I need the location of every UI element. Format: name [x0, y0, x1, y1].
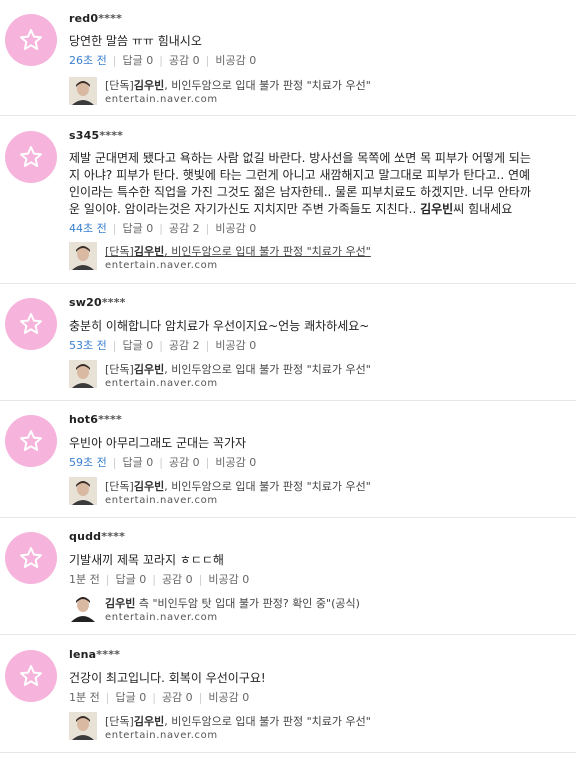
timestamp: 26초 전	[69, 54, 107, 67]
comment-text: 우빈아 아무리그래도 군대는 꼭가자	[69, 436, 247, 450]
comment-meta: 53초 전 | 답글 0 | 공감 2 | 비공감 0	[69, 339, 257, 352]
reply-button[interactable]: 답글 0	[115, 691, 146, 704]
comment-text: 기발새끼 제목 꼬라지 ㅎㄷㄷ해	[69, 553, 224, 567]
comment-text: 당연한 말씀 ㅠㅠ 힘내시오	[69, 34, 202, 48]
reply-button[interactable]: 답글 0	[122, 222, 153, 235]
article-thumbnail[interactable]	[69, 477, 97, 505]
article-domain: entertain.naver.com	[105, 260, 218, 271]
star-icon	[20, 29, 42, 50]
dislike-button[interactable]: 비공감 0	[215, 222, 256, 235]
star-icon	[20, 313, 42, 334]
article-thumbnail[interactable]	[69, 242, 97, 270]
article-thumbnail[interactable]	[69, 712, 97, 740]
like-button[interactable]: 공감 0	[169, 54, 200, 67]
comment-text: 건강이 최고입니다. 회복이 우선이구요!	[69, 671, 266, 685]
article-title-link[interactable]: [단독]김우빈, 비인두암으로 입대 불가 판정 "치료가 우선"	[105, 243, 371, 259]
username[interactable]: s345****	[69, 129, 123, 142]
username[interactable]: red0****	[69, 12, 122, 25]
article-title-link[interactable]: [단독]김우빈, 비인두암으로 입대 불가 판정 "치료가 우선"	[105, 478, 371, 494]
comment-meta: 44초 전 | 답글 0 | 공감 2 | 비공감 0	[69, 222, 257, 235]
like-button[interactable]: 공감 0	[162, 573, 193, 586]
article-title-link[interactable]: [단독]김우빈, 비인두암으로 입대 불가 판정 "치료가 우선"	[105, 713, 371, 729]
timestamp: 1분 전	[69, 691, 100, 704]
star-icon	[20, 430, 42, 451]
article-domain: entertain.naver.com	[105, 94, 218, 105]
username[interactable]: qudd****	[69, 530, 125, 543]
article-thumbnail[interactable]	[69, 77, 97, 105]
divider	[0, 517, 576, 518]
profile-star-avatar[interactable]	[5, 131, 57, 183]
profile-star-avatar[interactable]	[5, 532, 57, 584]
profile-star-avatar[interactable]	[5, 650, 57, 702]
comment-text: 충분히 이해합니다 암치료가 우선이지요~언능 쾌차하세요~	[69, 319, 370, 333]
star-icon	[20, 146, 42, 167]
divider	[0, 400, 576, 401]
article-title-link[interactable]: [단독]김우빈, 비인두암으로 입대 불가 판정 "치료가 우선"	[105, 361, 371, 377]
comment-meta: 26초 전 | 답글 0 | 공감 0 | 비공감 0	[69, 54, 257, 67]
timestamp: 59초 전	[69, 456, 107, 469]
comment-list: red0**** 당연한 말씀 ㅠㅠ 힘내시오 26초 전 | 답글 0 | 공감 0 |…	[0, 0, 580, 758]
comment-meta: 1분 전 | 답글 0 | 공감 0 | 비공감 0	[69, 691, 250, 704]
username[interactable]: lena****	[69, 648, 120, 661]
divider	[0, 634, 576, 635]
username[interactable]: hot6****	[69, 413, 122, 426]
like-button[interactable]: 공감 2	[169, 222, 200, 235]
like-button[interactable]: 공감 0	[169, 456, 200, 469]
comment-text: 제발 군대면제 됐다고 욕하는 사람 없길 바란다. 방사선을 목쪽에 쏘면 목…	[69, 151, 531, 216]
comment-meta: 1분 전 | 답글 0 | 공감 0 | 비공감 0	[69, 573, 250, 586]
article-domain: entertain.naver.com	[105, 612, 218, 623]
reply-button[interactable]: 답글 0	[122, 456, 153, 469]
divider	[0, 283, 576, 284]
timestamp: 44초 전	[69, 222, 107, 235]
like-button[interactable]: 공감 0	[162, 691, 193, 704]
article-domain: entertain.naver.com	[105, 378, 218, 389]
article-title-link[interactable]: [단독]김우빈, 비인두암으로 입대 불가 판정 "치료가 우선"	[105, 77, 371, 93]
article-title-link[interactable]: 김우빈 측 "비인두암 탓 입대 불가 판정? 확인 중"(공식)	[105, 595, 360, 611]
dislike-button[interactable]: 비공감 0	[215, 339, 256, 352]
reply-button[interactable]: 답글 0	[115, 573, 146, 586]
dislike-button[interactable]: 비공감 0	[215, 54, 256, 67]
dislike-button[interactable]: 비공감 0	[208, 691, 249, 704]
profile-star-avatar[interactable]	[5, 14, 57, 66]
profile-star-avatar[interactable]	[5, 298, 57, 350]
article-domain: entertain.naver.com	[105, 730, 218, 741]
article-thumbnail[interactable]	[69, 360, 97, 388]
star-icon	[20, 547, 42, 568]
divider	[0, 752, 576, 753]
article-domain: entertain.naver.com	[105, 495, 218, 506]
reply-button[interactable]: 답글 0	[122, 339, 153, 352]
dislike-button[interactable]: 비공감 0	[208, 573, 249, 586]
timestamp: 53초 전	[69, 339, 107, 352]
comment-meta: 59초 전 | 답글 0 | 공감 0 | 비공감 0	[69, 456, 257, 469]
article-thumbnail[interactable]	[69, 594, 97, 622]
reply-button[interactable]: 답글 0	[122, 54, 153, 67]
divider	[0, 115, 576, 116]
star-icon	[20, 665, 42, 686]
like-button[interactable]: 공감 2	[169, 339, 200, 352]
timestamp: 1분 전	[69, 573, 100, 586]
dislike-button[interactable]: 비공감 0	[215, 456, 256, 469]
profile-star-avatar[interactable]	[5, 415, 57, 467]
username[interactable]: sw20****	[69, 296, 126, 309]
